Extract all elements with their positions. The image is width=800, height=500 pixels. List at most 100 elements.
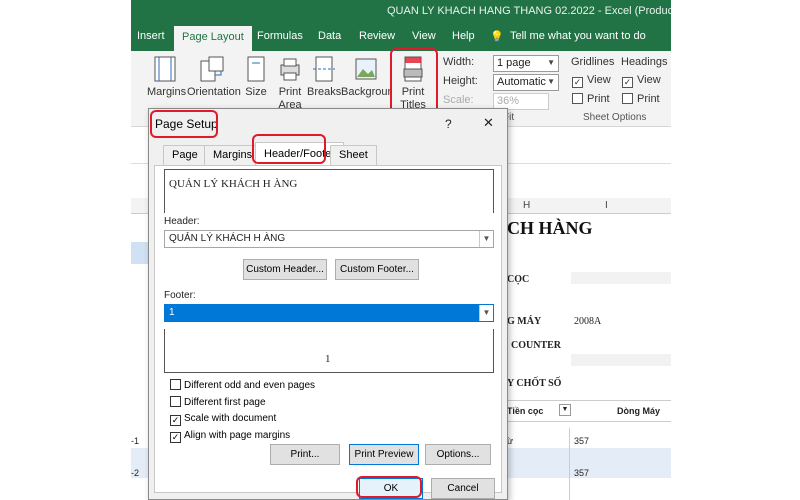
height-label: Height: (443, 75, 478, 87)
gridlines-view-check[interactable]: ✓ View (572, 74, 611, 88)
height-select[interactable]: Automatic ▼ (493, 74, 559, 91)
cancel-button[interactable]: Cancel (431, 478, 495, 499)
tab-insert[interactable]: Insert (137, 30, 165, 42)
table-header-dongmay: Dòng Máy (617, 406, 661, 416)
tab-help[interactable]: Help (452, 30, 475, 42)
print-preview-button[interactable]: Print Preview (349, 444, 419, 465)
headings-view-check[interactable]: ✓ View (622, 74, 661, 88)
custom-footer-button[interactable]: Custom Footer... (335, 259, 419, 280)
align-page-margins-checkbox[interactable]: ✓ Align with page margins (170, 430, 290, 443)
header-select-value: QUẢN LÝ KHÁCH H ÀNG (169, 233, 286, 244)
different-odd-even-checkbox[interactable]: Different odd and even pages (170, 379, 315, 391)
chevron-down-icon: ▼ (547, 58, 555, 67)
sheet-value-may[interactable]: 2008A (574, 316, 601, 327)
width-label: Width: (443, 56, 475, 68)
scale-label: Scale: (443, 94, 474, 106)
filter-dropdown-icon[interactable]: ▼ (559, 404, 571, 416)
checkbox-checked-icon: ✓ (572, 77, 583, 88)
sheet-label-may: G MÁY (507, 316, 542, 327)
sheet-title-fragment: CH HÀNG (507, 218, 593, 238)
column-header-h[interactable]: H (523, 200, 530, 211)
size-label: Size (245, 86, 267, 98)
different-first-page-label: Different first page (184, 397, 266, 408)
tab-page[interactable]: Page (163, 145, 207, 165)
close-icon[interactable]: ✕ (483, 115, 494, 131)
header-preview-text: QUẢN LÝ KHÁCH H ÀNG (169, 178, 298, 190)
height-value: Automatic (497, 76, 546, 88)
sheet-label-counter: COUNTER (511, 340, 562, 351)
tab-data[interactable]: Data (318, 30, 341, 42)
margins-button[interactable]: Margins (147, 55, 186, 99)
tab-sheet[interactable]: Sheet (330, 145, 377, 165)
row-2-dongmay[interactable]: 357 (574, 468, 589, 478)
print-area-icon (280, 58, 300, 81)
tab-view[interactable]: View (412, 30, 436, 42)
width-select[interactable]: 1 page ▼ (493, 55, 559, 72)
print-titles-button[interactable]: Print Titles (395, 55, 431, 112)
dialog-title: Page Setup (155, 117, 218, 131)
footer-select-value: 1 (169, 307, 175, 318)
gridlines-print-label: Print (587, 93, 610, 105)
checkbox-checked-icon: ✓ (170, 432, 181, 443)
margins-icon (154, 56, 176, 82)
different-first-page-checkbox[interactable]: Different first page (170, 396, 266, 408)
page-setup-dialog: Page Setup ? ✕ Page Margins Header/Foote… (148, 108, 508, 500)
orientation-icon (200, 56, 224, 82)
checkbox-icon (170, 396, 181, 407)
background-button[interactable]: Background (341, 55, 391, 99)
breaks-label: Breaks (307, 86, 342, 98)
row-selection-marker (131, 242, 148, 264)
scale-with-document-label: Scale with document (184, 413, 277, 424)
checkbox-icon (622, 93, 633, 104)
print-area-label-1: Print (278, 86, 302, 98)
different-odd-even-label: Different odd and even pages (184, 380, 316, 391)
background-icon (355, 58, 377, 80)
headings-print-check[interactable]: Print (622, 93, 660, 105)
column-header-i[interactable]: I (605, 200, 608, 211)
checkbox-checked-icon: ✓ (170, 415, 181, 426)
ok-button[interactable]: OK (359, 478, 423, 499)
footer-select[interactable]: 1 ▼ (164, 304, 494, 322)
table-header-tiencoc: Tiền cọc (507, 406, 544, 416)
tab-review[interactable]: Review (359, 30, 395, 42)
print-titles-label-1: Print (401, 86, 425, 98)
footer-preview: 1 (164, 329, 494, 373)
tab-page-layout[interactable]: Page Layout (174, 26, 252, 51)
row-1-dongmay[interactable]: 357 (574, 436, 589, 446)
scale-with-document-checkbox[interactable]: ✓ Scale with document (170, 413, 276, 426)
input-cell[interactable] (571, 354, 671, 366)
scale-value: 36% (497, 95, 520, 107)
custom-header-button[interactable]: Custom Header... (243, 259, 327, 280)
checkbox-icon (572, 93, 583, 104)
title-bar: QUAN LY KHACH HANG THANG 02.2022 - Excel… (131, 0, 671, 24)
chevron-down-icon: ▼ (547, 77, 555, 86)
size-button[interactable]: Size (243, 55, 269, 99)
header-select[interactable]: QUẢN LÝ KHÁCH H ÀNG ▼ (164, 230, 494, 248)
chevron-down-icon: ▼ (479, 231, 493, 247)
tab-formulas[interactable]: Formulas (257, 30, 303, 42)
tell-me-box[interactable]: Tell me what you want to do (510, 30, 646, 42)
breaks-button[interactable]: Breaks (307, 55, 341, 99)
print-area-button[interactable]: Print Area (273, 55, 307, 112)
input-cell[interactable] (571, 272, 671, 284)
checkbox-icon (170, 379, 181, 390)
row-1-id[interactable]: -1 (131, 436, 139, 446)
chevron-down-icon: ▼ (479, 305, 493, 321)
row-2-id[interactable]: -2 (131, 468, 139, 478)
lightbulb-icon: 💡 (490, 31, 504, 43)
tab-margins[interactable]: Margins (204, 145, 262, 165)
width-value: 1 page (497, 57, 531, 69)
footer-label: Footer: (164, 290, 196, 301)
print-button[interactable]: Print... (270, 444, 340, 465)
breaks-icon (313, 56, 335, 82)
options-button[interactable]: Options... (425, 444, 491, 465)
header-label: Header: (164, 216, 200, 227)
sheet-options-group-label: Sheet Options (583, 112, 647, 123)
headings-label: Headings (621, 56, 668, 68)
orientation-button[interactable]: Orientation (187, 55, 241, 99)
background-label: Background (341, 86, 391, 98)
headings-print-label: Print (637, 93, 660, 105)
header-footer-panel: QUẢN LÝ KHÁCH H ÀNG Header: QUẢN LÝ KHÁC… (154, 165, 502, 499)
help-icon[interactable]: ? (445, 117, 452, 131)
gridlines-print-check[interactable]: Print (572, 93, 610, 105)
